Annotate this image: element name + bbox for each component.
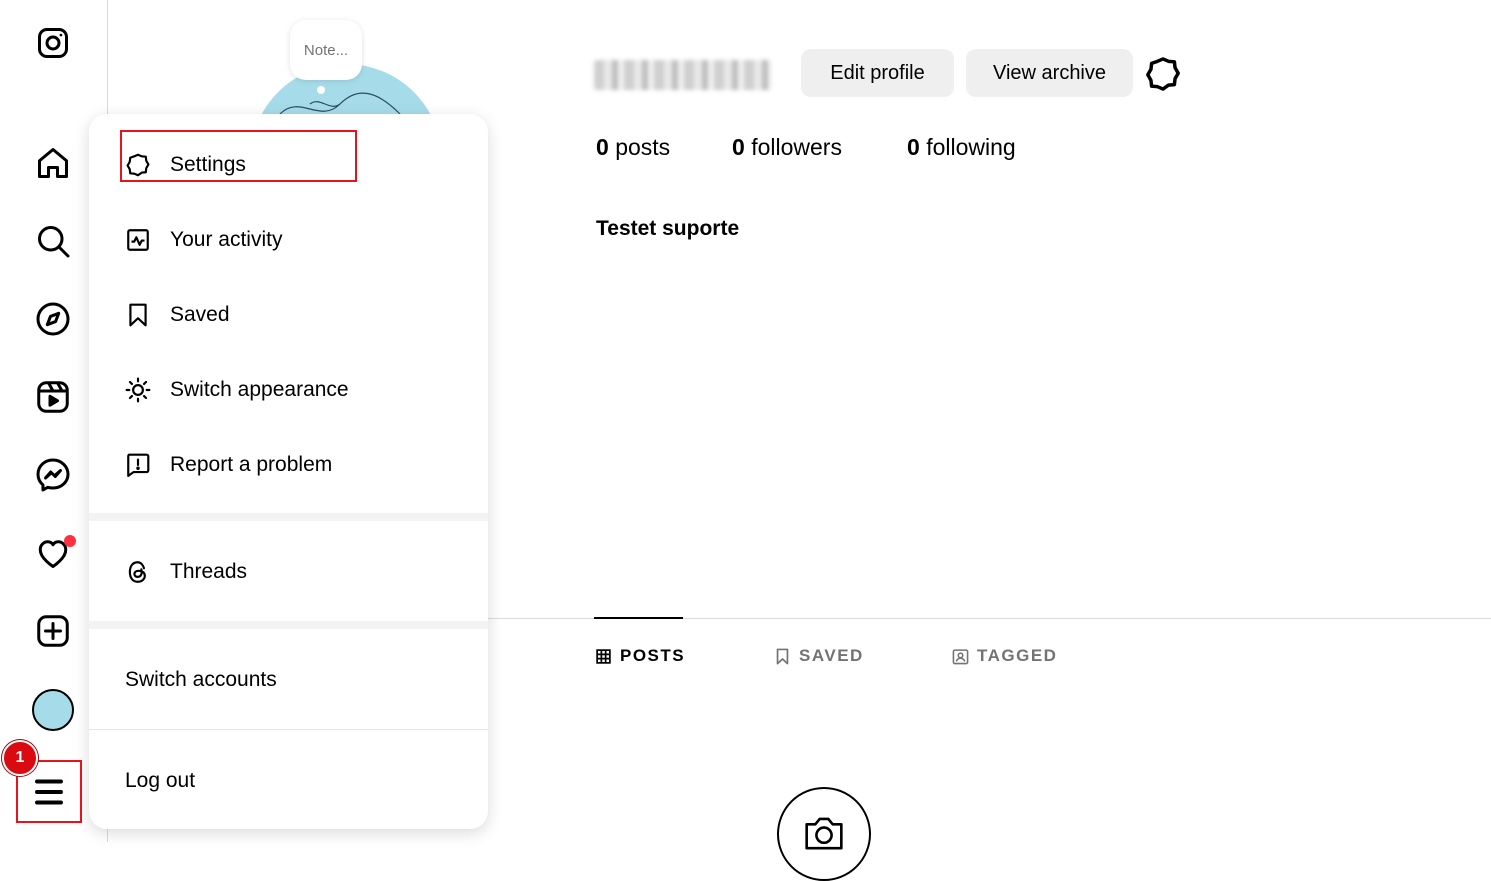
edit-profile-button[interactable]: Edit profile <box>801 49 954 97</box>
followers-count[interactable]: 0 followers <box>732 134 842 161</box>
create-post-icon[interactable] <box>33 611 73 651</box>
hamburger-menu-icon <box>35 779 63 804</box>
profile-avatar-nav[interactable] <box>32 689 74 731</box>
home-icon[interactable] <box>33 143 73 183</box>
menu-item-threads[interactable]: Threads <box>89 541 488 603</box>
activity-icon <box>125 227 151 253</box>
grid-icon <box>596 648 611 664</box>
messenger-icon[interactable] <box>33 455 73 495</box>
menu-item-label: Log out <box>125 769 196 792</box>
camera-icon <box>777 787 871 881</box>
note-bubble-tail <box>317 86 325 94</box>
view-archive-button[interactable]: View archive <box>966 49 1133 97</box>
menu-item-report-problem[interactable]: Report a problem <box>89 434 488 496</box>
menu-item-label: Threads <box>170 560 248 583</box>
menu-item-label: Switch appearance <box>170 378 349 401</box>
tab-saved[interactable]: SAVED <box>774 646 864 666</box>
menu-item-switch-appearance[interactable]: Switch appearance <box>89 359 488 421</box>
note-bubble[interactable]: Note... <box>290 20 362 80</box>
tab-tagged[interactable]: TAGGED <box>952 646 1057 666</box>
menu-item-label: Settings <box>170 153 246 176</box>
menu-separator <box>89 513 488 521</box>
reels-icon[interactable] <box>33 377 73 417</box>
explore-icon[interactable] <box>33 299 73 339</box>
following-count[interactable]: 0 following <box>907 134 1016 161</box>
menu-divider <box>89 729 488 730</box>
menu-item-label: Switch accounts <box>125 668 277 691</box>
posts-count[interactable]: 0 posts <box>596 134 670 161</box>
menu-item-label: Saved <box>170 303 230 326</box>
instagram-logo-icon[interactable] <box>33 23 73 63</box>
settings-icon <box>125 152 151 178</box>
tagged-icon <box>952 648 969 664</box>
username-blurred <box>594 60 772 90</box>
menu-item-label: Your activity <box>170 228 283 251</box>
bookmark-icon <box>776 648 789 664</box>
profile-display-name: Testet suporte <box>596 217 740 240</box>
notification-badge <box>64 535 76 547</box>
menu-item-switch-accounts[interactable]: Switch accounts <box>89 649 488 711</box>
more-dropdown-menu: Settings Your activity Saved Switch appe… <box>89 114 488 829</box>
settings-gear-icon[interactable] <box>1144 55 1182 93</box>
menu-item-your-activity[interactable]: Your activity <box>89 209 488 271</box>
menu-item-settings[interactable]: Settings <box>89 134 488 196</box>
bookmark-icon <box>125 302 151 328</box>
threads-icon <box>125 559 151 585</box>
menu-separator <box>89 621 488 629</box>
active-tab-indicator <box>594 617 683 619</box>
step-number-badge: 1 <box>2 740 38 776</box>
menu-item-log-out[interactable]: Log out <box>89 750 488 812</box>
report-icon <box>125 452 151 478</box>
search-icon[interactable] <box>33 221 73 261</box>
tab-posts[interactable]: POSTS <box>595 646 685 666</box>
menu-item-saved[interactable]: Saved <box>89 284 488 346</box>
sun-icon <box>125 377 151 403</box>
menu-item-label: Report a problem <box>170 453 333 476</box>
